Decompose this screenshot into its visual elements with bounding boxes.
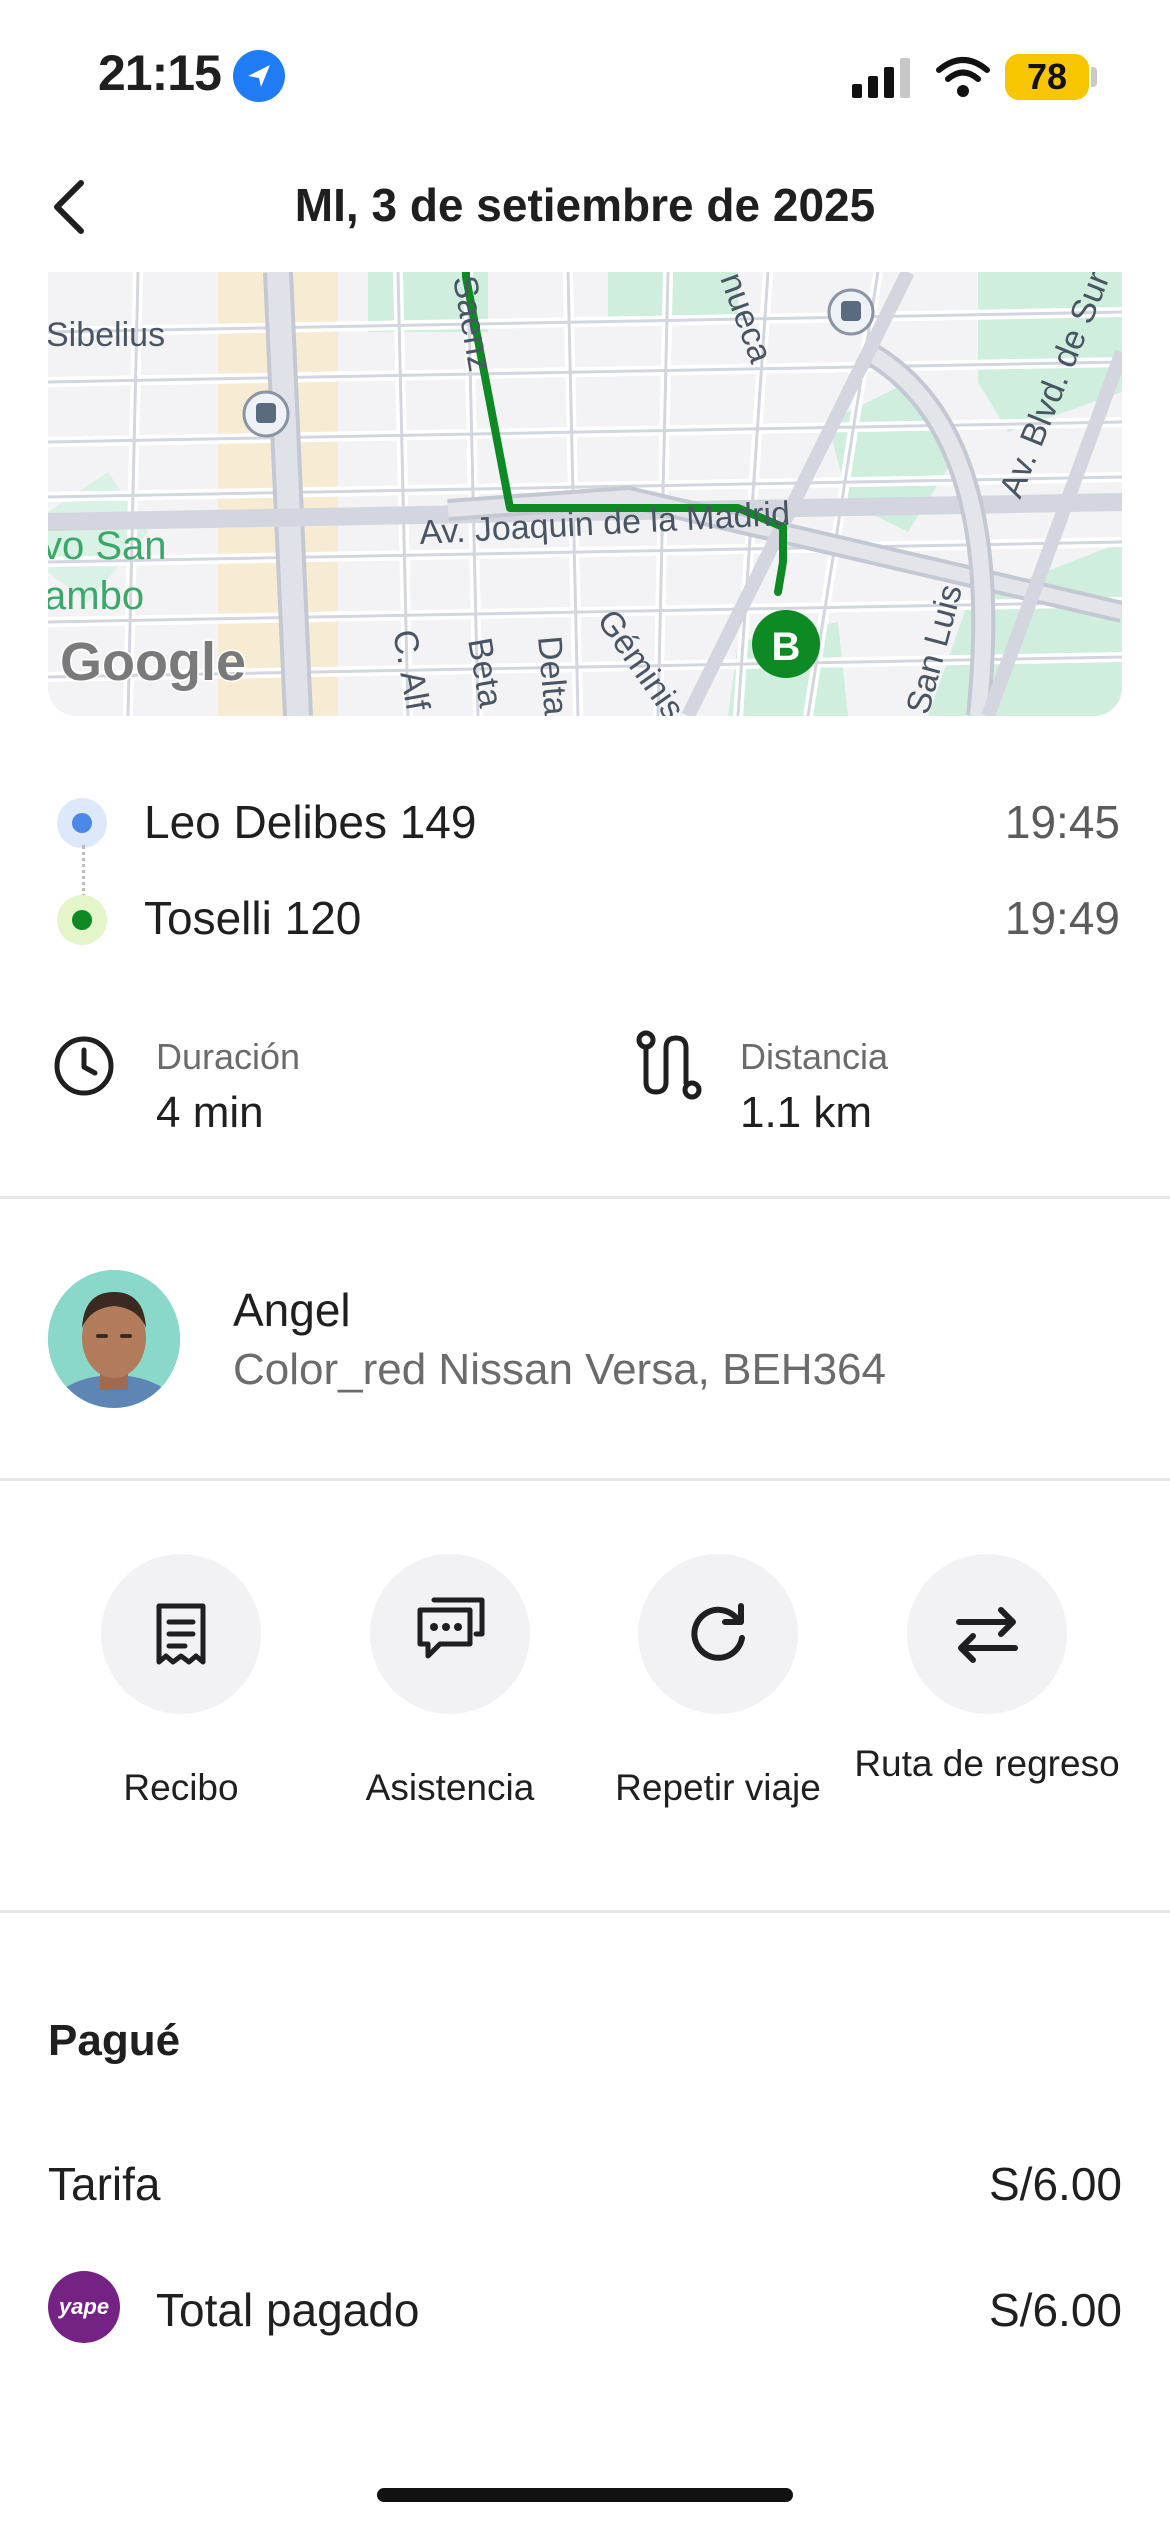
map-label: Sibelius	[48, 316, 165, 354]
return-route-button[interactable]	[907, 1554, 1067, 1714]
fare-value: S/6.00	[989, 2158, 1122, 2210]
marker-b-label: B	[772, 625, 801, 669]
repeat-trip-button[interactable]	[638, 1554, 798, 1714]
origin-time: 19:45	[1004, 796, 1120, 848]
distance-label: Distancia	[740, 1036, 889, 1077]
origin-address: Leo Delibes 149	[144, 796, 477, 848]
support-label: Asistencia	[365, 1767, 535, 1808]
origin-dot	[57, 798, 107, 848]
chat-bubbles-icon	[417, 1597, 485, 1659]
battery-level: 78	[1026, 56, 1068, 97]
wifi-icon	[936, 55, 990, 99]
divider	[0, 1478, 1170, 1481]
fare-label: Tarifa	[48, 2158, 161, 2210]
duration-label: Duración	[156, 1036, 301, 1077]
receipt-icon	[156, 1603, 206, 1665]
divider	[0, 1910, 1170, 1913]
home-indicator[interactable]	[377, 2488, 793, 2502]
destination-address: Toselli 120	[144, 892, 362, 944]
avatar	[48, 1270, 180, 1408]
route-map[interactable]: B Sibelius Saenz nueca Av. Joaquin de la…	[48, 272, 1122, 716]
total-value: S/6.00	[989, 2284, 1122, 2336]
map-label: Delta	[530, 634, 575, 716]
status-time: 21:15	[98, 45, 222, 101]
vehicle-info: Color_red Nissan Versa, BEH364	[233, 1345, 886, 1394]
driver-name: Angel	[233, 1284, 351, 1336]
receipt-button[interactable]	[101, 1554, 261, 1714]
divider	[0, 1196, 1170, 1199]
map-label: ambo	[48, 574, 144, 618]
transit-stop-icon	[242, 390, 290, 438]
distance-value: 1.1 km	[740, 1088, 873, 1137]
route-icon	[636, 1030, 702, 1100]
destination-time: 19:49	[1004, 892, 1120, 944]
yape-logo-icon: yape	[48, 2271, 120, 2343]
google-logo: Google	[60, 632, 246, 692]
support-button[interactable]	[370, 1554, 530, 1714]
destination-dot	[57, 895, 107, 945]
destination-marker: B	[752, 610, 820, 678]
receipt-label: Recibo	[123, 1767, 239, 1808]
battery-cap	[1091, 67, 1097, 87]
clock-icon	[52, 1034, 116, 1098]
duration-value: 4 min	[156, 1088, 264, 1137]
transit-stop-icon	[827, 288, 875, 336]
swap-arrows-icon	[956, 1607, 1018, 1663]
return-route-label: Ruta de regreso	[854, 1743, 1120, 1784]
repeat-icon	[691, 1603, 745, 1661]
page-title: MI, 3 de setiembre de 2025	[294, 179, 876, 231]
map-label: vo San	[48, 524, 167, 568]
cellular-signal-icon	[852, 58, 914, 98]
repeat-trip-label: Repetir viaje	[615, 1767, 821, 1808]
total-label: Total pagado	[156, 2284, 420, 2336]
location-arrow-icon	[233, 50, 285, 102]
payment-section-title: Pagué	[48, 2016, 181, 2065]
